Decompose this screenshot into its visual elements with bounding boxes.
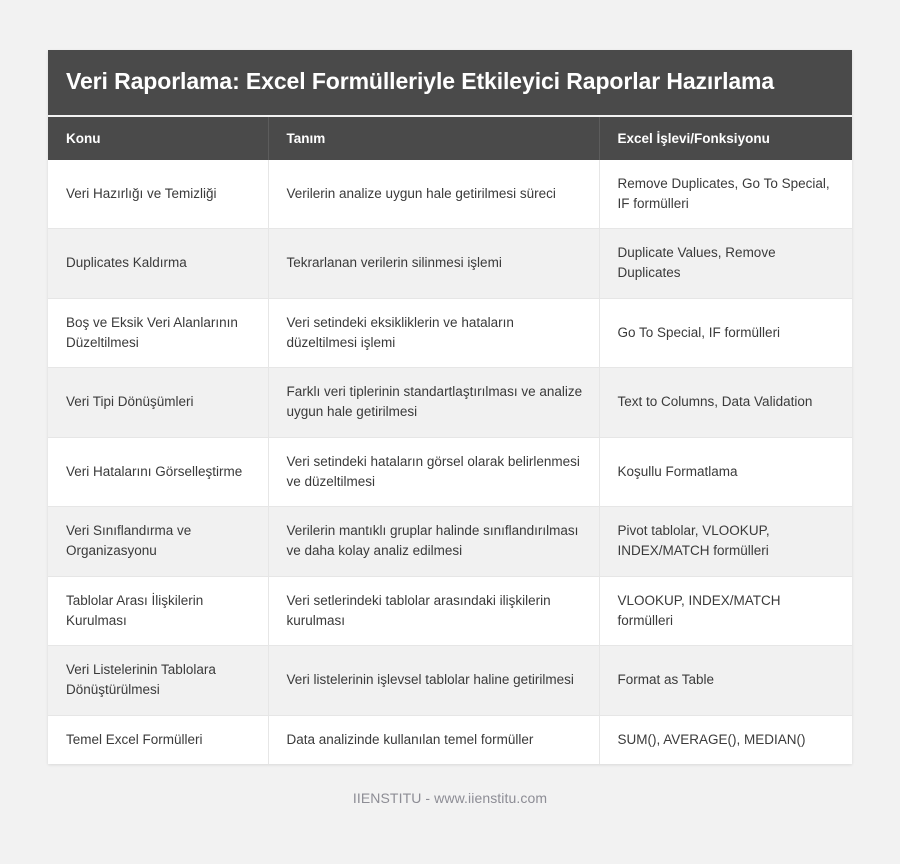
content-card: Veri Raporlama: Excel Formülleriyle Etki… <box>48 50 852 764</box>
cell-tanim: Tekrarlanan verilerin silinmesi işlemi <box>268 228 600 299</box>
cell-konu: Veri Hatalarını Görselleştirme <box>48 437 269 508</box>
table-row: Tablolar Arası İlişkilerin Kurulması Ver… <box>48 576 852 647</box>
table-row: Veri Hazırlığı ve Temizliği Verilerin an… <box>48 159 852 230</box>
table-row: Boş ve Eksik Veri Alanlarının Düzeltilme… <box>48 298 852 369</box>
cell-konu: Veri Tipi Dönüşümleri <box>48 367 269 438</box>
cell-islev: Koşullu Formatlama <box>599 437 852 508</box>
table-body: Veri Hazırlığı ve Temizliği Verilerin an… <box>48 159 852 764</box>
table-row: Duplicates Kaldırma Tekrarlanan verileri… <box>48 228 852 299</box>
cell-islev: Text to Columns, Data Validation <box>599 367 852 438</box>
cell-islev: Go To Special, IF formülleri <box>599 298 852 369</box>
cell-tanim: Veri setindeki eksikliklerin ve hataları… <box>268 298 600 369</box>
cell-islev: Remove Duplicates, Go To Special, IF for… <box>599 159 852 230</box>
cell-konu: Temel Excel Formülleri <box>48 715 269 764</box>
cell-konu: Veri Listelerinin Tablolara Dönüştürülme… <box>48 645 269 716</box>
page-root: Veri Raporlama: Excel Formülleriyle Etki… <box>0 0 900 864</box>
cell-islev: Format as Table <box>599 645 852 716</box>
cell-konu: Duplicates Kaldırma <box>48 228 269 299</box>
table-row: Veri Listelerinin Tablolara Dönüştürülme… <box>48 645 852 716</box>
table-row: Veri Sınıflandırma ve Organizasyonu Veri… <box>48 506 852 577</box>
page-title: Veri Raporlama: Excel Formülleriyle Etki… <box>66 68 775 94</box>
cell-konu: Boş ve Eksik Veri Alanlarının Düzeltilme… <box>48 298 269 369</box>
cell-tanim: Veri setlerindeki tablolar arasındaki il… <box>268 576 600 647</box>
cell-konu: Veri Sınıflandırma ve Organizasyonu <box>48 506 269 577</box>
table-row: Veri Tipi Dönüşümleri Farklı veri tipler… <box>48 367 852 438</box>
column-header-konu: Konu <box>48 116 269 160</box>
cell-tanim: Data analizinde kullanılan temel formüll… <box>268 715 600 764</box>
cell-tanim: Verilerin mantıklı gruplar halinde sınıf… <box>268 506 600 577</box>
table-row: Veri Hatalarını Görselleştirme Veri seti… <box>48 437 852 508</box>
footer-attribution: IIENSTITU - www.iienstitu.com <box>352 790 548 806</box>
cell-tanim: Veri setindeki hataların görsel olarak b… <box>268 437 600 508</box>
table-header-row: Konu Tanım Excel İşlevi/Fonksiyonu <box>48 116 852 160</box>
cell-islev: SUM(), AVERAGE(), MEDIAN() <box>599 715 852 764</box>
title-bar: Veri Raporlama: Excel Formülleriyle Etki… <box>48 50 852 117</box>
cell-konu: Tablolar Arası İlişkilerin Kurulması <box>48 576 269 647</box>
table-header: Konu Tanım Excel İşlevi/Fonksiyonu <box>48 116 852 160</box>
cell-islev: Pivot tablolar, VLOOKUP, INDEX/MATCH for… <box>599 506 852 577</box>
cell-islev: VLOOKUP, INDEX/MATCH formülleri <box>599 576 852 647</box>
cell-tanim: Veri listelerinin işlevsel tablolar hali… <box>268 645 600 716</box>
cell-tanim: Verilerin analize uygun hale getirilmesi… <box>268 159 600 230</box>
cell-konu: Veri Hazırlığı ve Temizliği <box>48 159 269 230</box>
column-header-tanim: Tanım <box>268 116 600 160</box>
table-row: Temel Excel Formülleri Data analizinde k… <box>48 715 852 764</box>
cell-islev: Duplicate Values, Remove Duplicates <box>599 228 852 299</box>
excel-topics-table: Konu Tanım Excel İşlevi/Fonksiyonu Veri … <box>48 116 852 764</box>
cell-tanim: Farklı veri tiplerinin standartlaştırılm… <box>268 367 600 438</box>
column-header-islev: Excel İşlevi/Fonksiyonu <box>599 116 852 160</box>
